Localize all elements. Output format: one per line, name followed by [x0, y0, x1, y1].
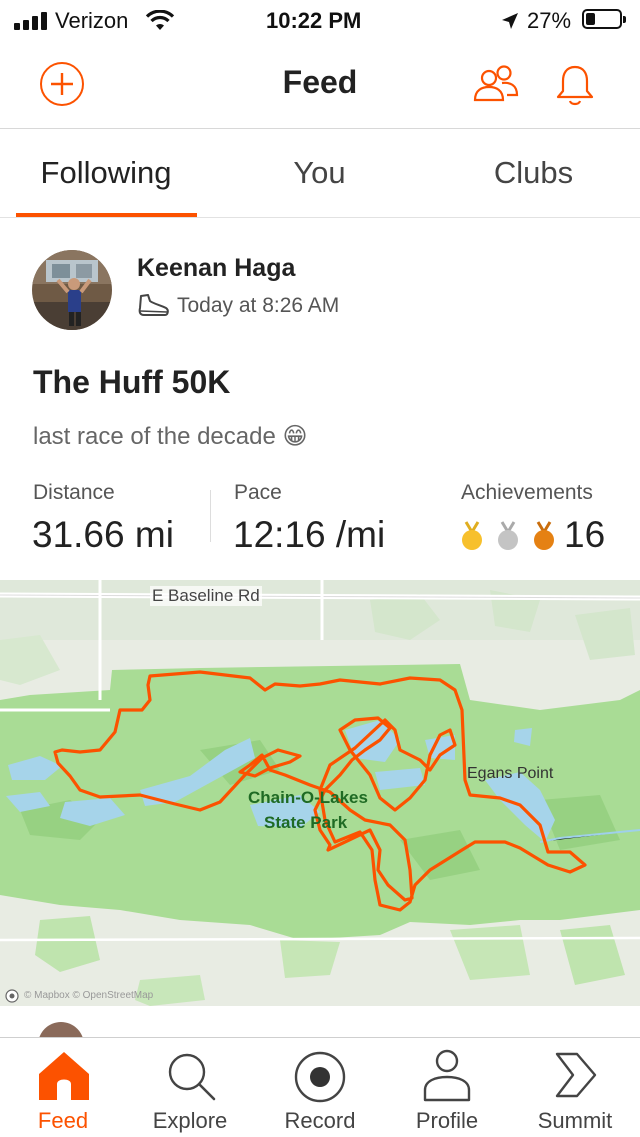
nav-record-label: Record: [284, 1108, 356, 1133]
status-bar: Verizon 10:22 PM 27%: [0, 0, 640, 42]
signal-icon: [14, 12, 48, 30]
map-park-label-1: Chain-O-Lakes: [248, 788, 368, 807]
tab-following[interactable]: Following: [0, 155, 212, 191]
activity-description: last race of the decade 😁: [33, 423, 308, 450]
pace-value: 12:16 /mi: [233, 514, 386, 555]
activity-timestamp: Today at 8:26 AM: [177, 294, 340, 317]
location-arrow-icon: [502, 13, 518, 29]
route-map[interactable]: E Baseline Rd Chain-O-Lakes State Park E…: [0, 580, 640, 1006]
carrier-label: Verizon: [55, 8, 129, 33]
search-icon: [168, 1053, 216, 1101]
summit-icon: [555, 1052, 597, 1098]
find-friends-icon[interactable]: [472, 64, 520, 104]
athlete-avatar[interactable]: [32, 250, 112, 330]
battery-icon: [582, 9, 626, 29]
profile-icon: [423, 1049, 471, 1102]
nav-explore[interactable]: Explore: [130, 1038, 250, 1137]
nav-profile-label: Profile: [415, 1108, 479, 1133]
record-icon: [294, 1051, 346, 1103]
nav-explore-label: Explore: [152, 1108, 228, 1133]
silver-medal-icon: [498, 521, 518, 550]
nav-profile[interactable]: Profile: [387, 1038, 507, 1137]
run-shoe-icon: [138, 294, 169, 316]
map-road-label: E Baseline Rd: [150, 586, 262, 606]
map-attribution: © Mapbox © OpenStreetMap: [24, 990, 154, 1001]
active-tab-indicator: [16, 213, 197, 217]
nav-feed[interactable]: Feed: [3, 1038, 123, 1137]
activity-title[interactable]: The Huff 50K: [33, 364, 230, 401]
wifi-icon: [145, 10, 175, 30]
bronze-medal-icon: [534, 521, 554, 550]
distance-value: 31.66 mi: [32, 514, 174, 555]
gold-medal-icon: [462, 521, 482, 550]
nav-summit-label: Summit: [537, 1108, 613, 1133]
achievements-count: 16: [564, 514, 606, 555]
header: Feed: [0, 42, 640, 129]
page-title: Feed: [282, 64, 358, 100]
map-park-label-2: State Park: [264, 813, 348, 832]
tab-clubs[interactable]: Clubs: [427, 155, 640, 191]
distance-label: Distance: [33, 481, 115, 504]
feed-tabs: Following You Clubs: [0, 129, 640, 218]
stats-divider: [210, 490, 211, 542]
pace-label: Pace: [234, 481, 282, 504]
bottom-navigation: Feed Explore Record Profile Summit: [0, 1037, 640, 1137]
nav-summit[interactable]: Summit: [515, 1038, 635, 1137]
map-info-icon[interactable]: [5, 989, 19, 1003]
home-icon: [39, 1052, 89, 1100]
activity-card[interactable]: Keenan Haga Today at 8:26 AM The Huff 50…: [0, 218, 640, 1008]
achievements-label: Achievements: [461, 481, 593, 504]
battery-percent: 27%: [527, 8, 572, 33]
clock: 10:22 PM: [266, 8, 362, 33]
notifications-bell-icon[interactable]: [554, 62, 596, 108]
nav-record[interactable]: Record: [260, 1038, 380, 1137]
map-poi-label: Egans Point: [467, 765, 554, 782]
athlete-name[interactable]: Keenan Haga: [137, 254, 295, 283]
tab-you[interactable]: You: [213, 155, 426, 191]
nav-feed-label: Feed: [37, 1108, 89, 1133]
